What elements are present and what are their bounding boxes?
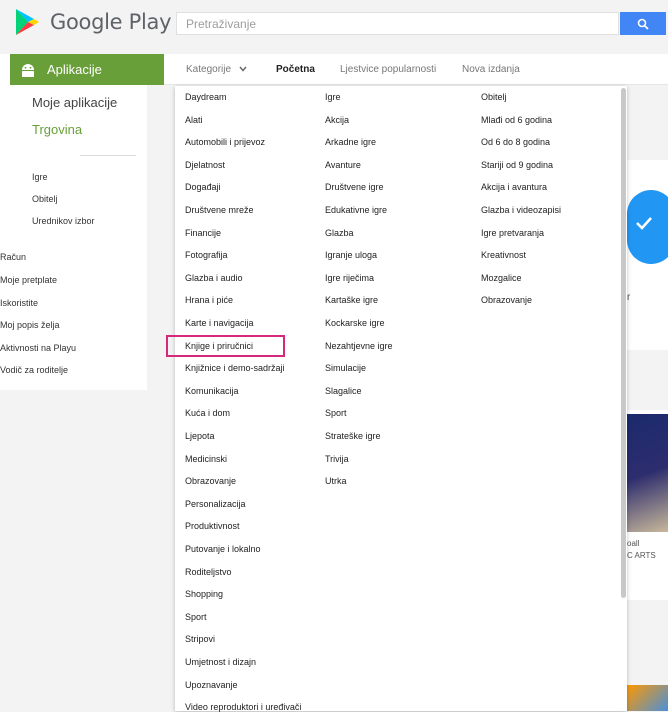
apps-category-item[interactable]: Komunikacija bbox=[185, 386, 239, 396]
games-category-item[interactable]: Kockarske igre bbox=[325, 318, 385, 328]
categories-menu[interactable]: Kategorije bbox=[186, 64, 247, 75]
games-category-item[interactable]: Simulacije bbox=[325, 363, 366, 373]
apps-category-item[interactable]: Stripovi bbox=[185, 634, 215, 644]
apps-category-item[interactable]: Alati bbox=[185, 115, 203, 125]
categories-label: Kategorije bbox=[186, 64, 232, 75]
games-category-item[interactable]: Avanture bbox=[325, 160, 361, 170]
apps-category-item[interactable]: Karte i navigacija bbox=[185, 318, 254, 328]
sidebar-divider bbox=[80, 155, 136, 156]
checkmark-icon bbox=[635, 216, 653, 235]
family-category-item[interactable]: Mlađi od 6 godina bbox=[481, 115, 552, 125]
android-icon bbox=[22, 63, 34, 77]
games-category-item[interactable]: Sport bbox=[325, 408, 347, 418]
apps-category-item[interactable]: Putovanje i lokalno bbox=[185, 544, 261, 554]
apps-category-item[interactable]: Medicinski bbox=[185, 454, 227, 464]
sidebar-item-parent-guide[interactable]: Vodič za roditelje bbox=[0, 365, 68, 375]
sub-navigation: Kategorije Početna Ljestvice popularnost… bbox=[164, 54, 668, 85]
games-category-item[interactable]: Glazba bbox=[325, 228, 354, 238]
play-logo-icon bbox=[16, 9, 39, 35]
apps-category-item[interactable]: Događaji bbox=[185, 182, 221, 192]
sidebar-item-account[interactable]: Račun bbox=[0, 252, 26, 262]
apps-category-item[interactable]: Obrazovanje bbox=[185, 476, 236, 486]
family-category-item[interactable]: Od 6 do 8 godina bbox=[481, 137, 550, 147]
apps-category-item[interactable]: Roditeljstvo bbox=[185, 567, 232, 577]
apps-category-item[interactable]: Društvene mreže bbox=[185, 205, 254, 215]
family-category-item[interactable]: Mozgalice bbox=[481, 273, 522, 283]
family-category-item[interactable]: Igre pretvaranja bbox=[481, 228, 544, 238]
search-icon bbox=[637, 18, 649, 30]
games-category-item[interactable]: Društvene igre bbox=[325, 182, 384, 192]
google-play-logo[interactable]: Google Play bbox=[14, 8, 172, 36]
highlight-box bbox=[166, 335, 285, 357]
chevron-down-icon bbox=[239, 66, 247, 72]
apps-category-item[interactable]: Produktivnost bbox=[185, 521, 240, 531]
apps-category-item[interactable]: Djelatnost bbox=[185, 160, 225, 170]
apps-category-item[interactable]: Kuća i dom bbox=[185, 408, 230, 418]
background-card: r bbox=[627, 160, 668, 350]
bg-partial-text: r bbox=[627, 292, 631, 303]
sidebar-item-editors-choice[interactable]: Urednikov izbor bbox=[32, 216, 95, 226]
games-category-item[interactable]: Kartaške igre bbox=[325, 295, 378, 305]
bg-game-developer: C ARTS bbox=[627, 551, 656, 560]
apps-category-item[interactable]: Personalizacija bbox=[185, 499, 246, 509]
background-thumbnail bbox=[627, 685, 668, 711]
sidebar-item-play-activity[interactable]: Aktivnosti na Playu bbox=[0, 343, 76, 353]
apps-category-item[interactable]: Upoznavanje bbox=[185, 680, 238, 690]
brand-name: Google Play bbox=[50, 10, 172, 34]
games-category-item[interactable]: Igre riječima bbox=[325, 273, 374, 283]
games-category-item[interactable]: Igranje uloga bbox=[325, 250, 377, 260]
family-category-header[interactable]: Obitelj bbox=[481, 92, 507, 102]
apps-category-item[interactable]: Glazba i audio bbox=[185, 273, 243, 283]
games-category-header[interactable]: Igre bbox=[325, 92, 341, 102]
background-game-card: oall C ARTS bbox=[627, 410, 668, 600]
games-category-item[interactable]: Edukativne igre bbox=[325, 205, 387, 215]
games-category-item[interactable]: Strateške igre bbox=[325, 431, 381, 441]
apps-category-item[interactable]: Knjižnice i demo-sadržaji bbox=[185, 363, 285, 373]
apps-category-header[interactable]: Daydream bbox=[185, 92, 227, 102]
apps-category-item[interactable]: Shopping bbox=[185, 589, 223, 599]
tab-new-releases[interactable]: Nova izdanja bbox=[462, 64, 520, 75]
search-input[interactable] bbox=[177, 13, 618, 34]
apps-category-item[interactable]: Fotografija bbox=[185, 250, 228, 260]
sidebar-item-wishlist[interactable]: Moj popis želja bbox=[0, 320, 60, 330]
games-category-item[interactable]: Slagalice bbox=[325, 386, 362, 396]
sidebar-item-subscriptions[interactable]: Moje pretplate bbox=[0, 275, 57, 285]
games-category-item[interactable]: Trivija bbox=[325, 454, 349, 464]
sidebar-store[interactable]: Trgovina bbox=[32, 122, 82, 137]
apps-category-item[interactable]: Sport bbox=[185, 612, 207, 622]
sidebar-item-family[interactable]: Obitelj bbox=[32, 194, 58, 204]
games-category-item[interactable]: Akcija bbox=[325, 115, 349, 125]
apps-category-item[interactable]: Financije bbox=[185, 228, 221, 238]
family-category-item[interactable]: Kreativnost bbox=[481, 250, 526, 260]
tab-top-charts[interactable]: Ljestvice popularnosti bbox=[340, 64, 436, 75]
games-category-item[interactable]: Utrka bbox=[325, 476, 347, 486]
apps-category-item[interactable]: Ljepota bbox=[185, 431, 215, 441]
dropdown-scrollbar[interactable] bbox=[621, 88, 626, 598]
search-box bbox=[176, 12, 619, 35]
sidebar-my-apps[interactable]: Moje aplikacije bbox=[32, 95, 117, 110]
games-category-item[interactable]: Arkadne igre bbox=[325, 137, 376, 147]
categories-dropdown: Daydream Alati Automobili i prijevoz Djelat… bbox=[175, 86, 627, 712]
fifa-game-image bbox=[627, 414, 668, 532]
apps-category-item[interactable]: Automobili i prijevoz bbox=[185, 137, 265, 147]
sidebar-item-redeem[interactable]: Iskoristite bbox=[0, 298, 38, 308]
sidebar-item-games[interactable]: Igre bbox=[32, 172, 48, 182]
tab-home[interactable]: Početna bbox=[276, 64, 315, 75]
family-category-item[interactable]: Stariji od 9 godina bbox=[481, 160, 553, 170]
family-category-item[interactable]: Akcija i avantura bbox=[481, 182, 547, 192]
apps-category-item[interactable]: Hrana i piće bbox=[185, 295, 233, 305]
search-button[interactable] bbox=[620, 12, 666, 35]
bg-game-title: oall bbox=[627, 539, 640, 548]
family-category-item[interactable]: Glazba i videozapisi bbox=[481, 205, 561, 215]
family-category-item[interactable]: Obrazovanje bbox=[481, 295, 532, 305]
apps-section-label: Aplikacije bbox=[47, 62, 102, 77]
games-category-item[interactable]: Nezahtjevne igre bbox=[325, 341, 393, 351]
apps-category-item[interactable]: Umjetnost i dizajn bbox=[185, 657, 256, 667]
apps-section-header[interactable]: Aplikacije bbox=[10, 54, 164, 85]
